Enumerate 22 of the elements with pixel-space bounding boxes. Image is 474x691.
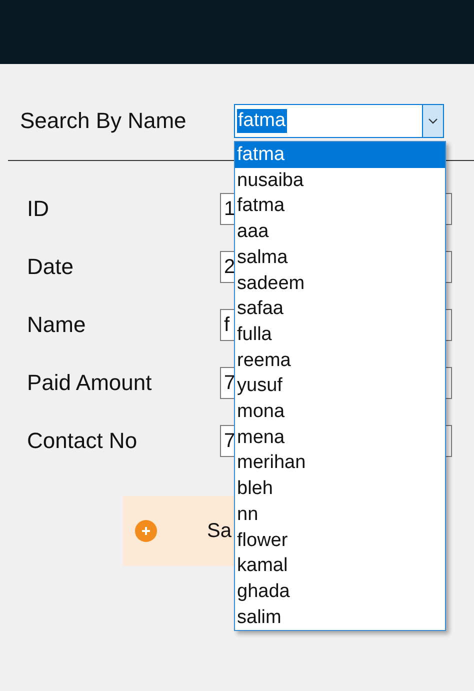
- dropdown-item[interactable]: mona: [235, 399, 445, 425]
- dropdown-item[interactable]: fatma: [235, 193, 445, 220]
- dropdown-item[interactable]: mena: [235, 424, 445, 450]
- dropdown-item[interactable]: fatma: [235, 142, 445, 168]
- dropdown-item[interactable]: sadeem: [235, 270, 445, 296]
- dropdown-item[interactable]: safaa: [235, 296, 445, 322]
- dropdown-item[interactable]: merihan: [235, 450, 445, 476]
- dropdown-item[interactable]: aaa: [235, 219, 445, 245]
- plus-icon: [135, 520, 157, 542]
- dropdown-item[interactable]: salma: [235, 244, 445, 271]
- field-label: Contact No: [27, 428, 138, 454]
- dropdown-item[interactable]: fulla: [235, 322, 445, 348]
- search-label: Search By Name: [20, 108, 188, 134]
- field-label: Date: [27, 254, 74, 280]
- dropdown-item[interactable]: ghada: [235, 578, 445, 605]
- dropdown-item[interactable]: reema: [235, 348, 445, 374]
- dropdown-item[interactable]: nusaiba: [235, 168, 445, 194]
- field-label: Paid Amount: [27, 370, 153, 396]
- dropdown-item[interactable]: yusuf: [235, 373, 445, 400]
- field-label: ID: [27, 196, 50, 222]
- dropdown-item[interactable]: salim: [235, 604, 445, 630]
- field-label: Name: [27, 312, 87, 338]
